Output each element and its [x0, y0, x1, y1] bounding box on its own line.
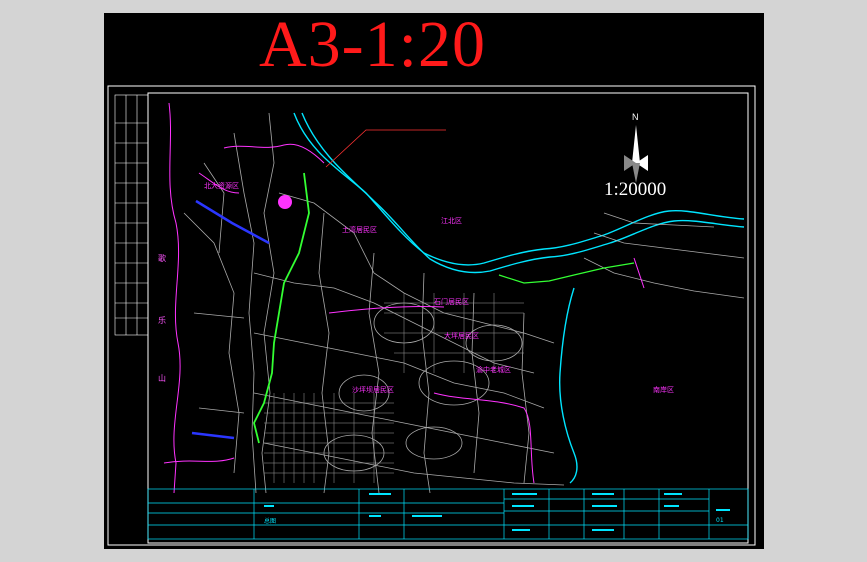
- revision-column: [114, 94, 149, 336]
- mountain-label: 山: [158, 374, 166, 383]
- mountain-label: 乐: [158, 316, 166, 325]
- zone-label: 沙坪坝居民区: [352, 386, 394, 394]
- north-arrow-icon: [624, 125, 648, 183]
- north-letter: N: [632, 112, 639, 122]
- zone-label: 渝中老城区: [476, 366, 511, 374]
- title-block: [147, 488, 749, 540]
- mountain-label: 歌: [158, 254, 166, 263]
- district-label-nanan: 南岸区: [653, 386, 674, 394]
- inner-frame: [147, 92, 749, 544]
- leader-line: [325, 129, 446, 168]
- title-block-project: 总图: [264, 518, 277, 525]
- zone-label: 土湾居民区: [342, 226, 377, 234]
- blue-line-south: [191, 431, 235, 440]
- map-drawing: [107, 85, 756, 546]
- scale-label: 1:20000: [604, 179, 667, 200]
- site-marker: [278, 195, 292, 209]
- zone-label: 大坪居民区: [444, 332, 479, 340]
- zone-label: 石门居民区: [434, 298, 469, 306]
- title-block-drawing-no: 01: [716, 517, 724, 524]
- blue-line-north: [195, 199, 270, 245]
- zone-label: 北大资源区: [204, 182, 239, 190]
- city-grid: [264, 293, 524, 483]
- district-label-jiangbei: 江北区: [441, 217, 462, 225]
- cad-viewport[interactable]: A3-1:20 N 1:20000 江北区 南岸区 北大资源区 土湾居民区 石门…: [104, 8, 764, 549]
